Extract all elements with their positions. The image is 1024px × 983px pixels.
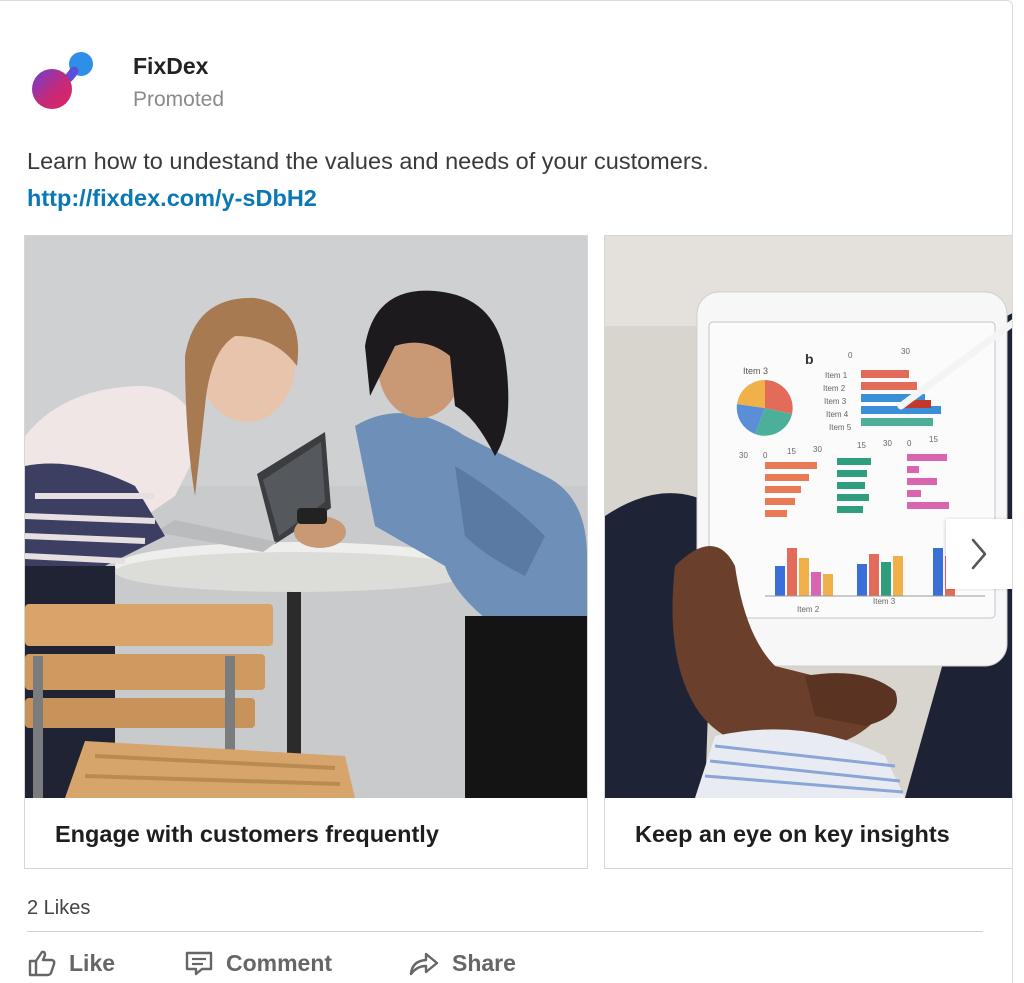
comment-label: Comment: [226, 949, 333, 976]
promoted-label: Promoted: [133, 88, 225, 111]
axis-tick: 30: [739, 451, 748, 460]
post-text: Learn how to undestand the values and ne…: [27, 143, 887, 217]
slide-caption: Keep an eye on key insights: [635, 821, 950, 847]
two-women-laptop-photo: [25, 236, 587, 798]
pie-label: Item 3: [743, 366, 768, 376]
image-carousel: Engage with customers frequently b Item …: [0, 235, 1012, 873]
tablet-charts-photo: b Item 3 Item 1 Item 2 Item 3 Item 4 Ite…: [605, 236, 1012, 798]
like-label: Like: [69, 949, 116, 976]
fixdex-logo[interactable]: [30, 51, 98, 113]
axis-tick: Item 3: [873, 597, 896, 606]
carousel-slide[interactable]: Engage with customers frequently: [24, 235, 588, 869]
axis-tick: 0: [848, 351, 853, 360]
axis-tick: 30: [883, 439, 892, 448]
author-name[interactable]: FixDex: [133, 53, 208, 80]
item-label: Item 5: [829, 423, 852, 432]
comment-icon: [185, 951, 213, 976]
likes-count[interactable]: 2 Likes: [27, 897, 90, 920]
post-link[interactable]: http://fixdex.com/y-sDbH2: [27, 185, 317, 211]
axis-tick: 15: [929, 435, 938, 444]
pie-chart: [736, 379, 793, 436]
thumbs-up-icon: [28, 950, 56, 977]
chevron-right-icon: [971, 538, 987, 570]
comment-button[interactable]: Comment: [184, 945, 332, 981]
axis-tick: 0: [907, 439, 912, 448]
share-arrow-icon: [409, 952, 439, 976]
axis-tick: Item 2: [797, 605, 820, 614]
carousel-next-button[interactable]: [946, 519, 1012, 589]
axis-tick: 15: [787, 447, 796, 456]
item-label: Item 1: [825, 371, 848, 380]
slide-caption: Engage with customers frequently: [55, 821, 439, 847]
item-label: Item 3: [824, 397, 847, 406]
post-body-text: Learn how to undestand the values and ne…: [27, 148, 709, 174]
share-label: Share: [452, 949, 516, 976]
screen-heading: b: [805, 351, 814, 367]
divider: [27, 931, 983, 932]
axis-tick: 30: [901, 347, 910, 356]
axis-tick: 15: [857, 441, 866, 450]
axis-tick: 30: [813, 445, 822, 454]
axis-tick: 0: [763, 451, 768, 460]
item-label: Item 2: [823, 384, 846, 393]
like-button[interactable]: Like: [27, 945, 115, 981]
promoted-post-card: FixDex Promoted Learn how to undestand t…: [0, 0, 1013, 983]
share-button[interactable]: Share: [408, 945, 516, 981]
item-label: Item 4: [826, 410, 849, 419]
